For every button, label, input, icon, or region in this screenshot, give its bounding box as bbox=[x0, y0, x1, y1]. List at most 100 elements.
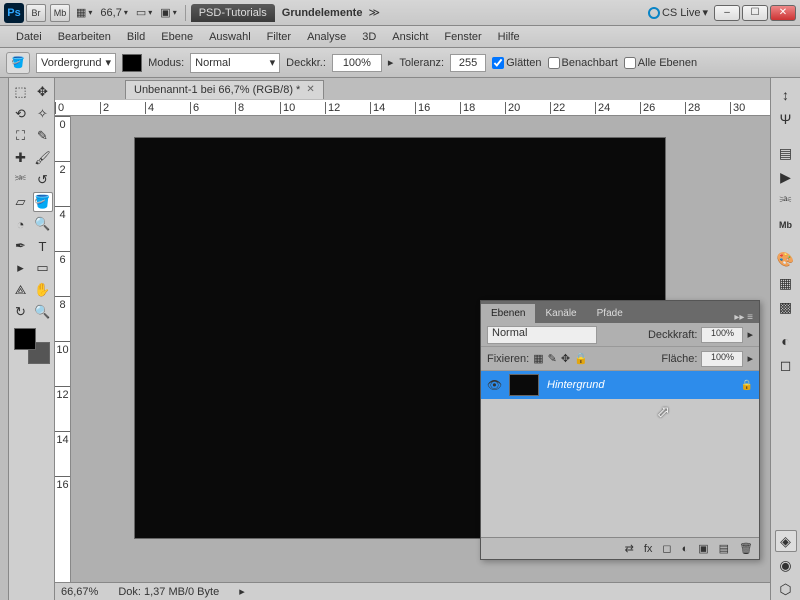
history-brush-tool[interactable]: ↺ bbox=[33, 170, 53, 190]
antialias-checkbox[interactable]: Glätten bbox=[492, 57, 541, 69]
minibridge-button[interactable]: Mb bbox=[50, 4, 70, 22]
horizontal-ruler[interactable]: 024681012141618202224262830 bbox=[55, 100, 770, 116]
eyedropper-tool[interactable]: ✎ bbox=[33, 126, 53, 146]
stamp-tool[interactable]: ⎃ bbox=[11, 170, 31, 190]
actions-panel-icon[interactable]: Ψ bbox=[775, 108, 797, 130]
styles-panel-icon[interactable]: ▩ bbox=[775, 296, 797, 318]
menu-datei[interactable]: Datei bbox=[8, 28, 50, 46]
heal-tool[interactable]: ✚ bbox=[11, 148, 31, 168]
channels-panel-icon[interactable]: ◉ bbox=[775, 554, 797, 576]
menu-hilfe[interactable]: Hilfe bbox=[490, 28, 528, 46]
tolerance-input[interactable] bbox=[450, 54, 486, 72]
bucket-tool[interactable]: 🪣 bbox=[33, 192, 53, 212]
lock-pixels-icon[interactable]: ✎ bbox=[548, 352, 557, 365]
minibridge-panel-icon[interactable]: Mb bbox=[775, 214, 797, 236]
fill-opacity-input[interactable]: 100% bbox=[701, 351, 743, 367]
marquee-tool[interactable]: ⬚ bbox=[11, 82, 31, 102]
layer-blendmode-dropdown[interactable]: Normal bbox=[487, 326, 597, 344]
adjustments-panel-icon[interactable]: ◐ bbox=[775, 330, 797, 352]
menu-auswahl[interactable]: Auswahl bbox=[201, 28, 259, 46]
tool-preset-icon[interactable]: 🪣 bbox=[6, 52, 30, 74]
maximize-button[interactable]: ☐ bbox=[742, 5, 768, 21]
layer-row[interactable]: 👁 Hintergrund 🔒 bbox=[481, 371, 759, 399]
layer-thumbnail[interactable] bbox=[509, 374, 539, 396]
clone-panel-icon[interactable]: ▶ bbox=[775, 166, 797, 188]
close-document-icon[interactable]: ✕ bbox=[306, 84, 314, 95]
menu-bearbeiten[interactable]: Bearbeiten bbox=[50, 28, 119, 46]
type-tool[interactable]: T bbox=[33, 236, 53, 256]
panel-menu-icon[interactable]: ▸▸ ≡ bbox=[728, 312, 759, 323]
bridge-button[interactable]: Br bbox=[26, 4, 46, 22]
fill-type-dropdown[interactable]: Vordergrund ▾ bbox=[36, 53, 116, 73]
layers-panel[interactable]: Ebenen Kanäle Pfade ▸▸ ≡ Normal Deckkraf… bbox=[480, 300, 760, 560]
lasso-tool[interactable]: ⟲ bbox=[11, 104, 31, 124]
color-panel-icon[interactable]: 🎨 bbox=[775, 248, 797, 270]
tab-pfade[interactable]: Pfade bbox=[587, 304, 633, 323]
move-tool[interactable]: ✥ bbox=[33, 82, 53, 102]
brush-panel-icon[interactable]: ▤ bbox=[775, 142, 797, 164]
menu-bild[interactable]: Bild bbox=[119, 28, 153, 46]
layer-mask-icon[interactable]: ◻ bbox=[662, 542, 671, 555]
menu-filter[interactable]: Filter bbox=[259, 28, 299, 46]
cslive-dropdown[interactable]: CS Live▾ bbox=[648, 6, 708, 19]
workspace-more-icon[interactable]: ≫ bbox=[368, 6, 380, 19]
tab-kanaele[interactable]: Kanäle bbox=[535, 304, 586, 323]
shape-tool[interactable]: ▭ bbox=[33, 258, 53, 278]
brush-tool[interactable]: 🖌 bbox=[33, 148, 53, 168]
document-tab[interactable]: Unbenannt-1 bei 66,7% (RGB/8) * ✕ bbox=[125, 80, 324, 99]
pen-tool[interactable]: ✒ bbox=[11, 236, 31, 256]
app-logo[interactable]: Ps bbox=[4, 3, 24, 23]
paths-panel-icon[interactable]: ⬡ bbox=[775, 578, 797, 600]
visibility-icon[interactable]: 👁 bbox=[487, 378, 501, 392]
history-panel-icon[interactable]: ↕ bbox=[775, 84, 797, 106]
crop-tool[interactable]: ⛶ bbox=[11, 126, 31, 146]
zoom-dropdown[interactable]: 66,7▾ bbox=[100, 7, 127, 19]
masks-panel-icon[interactable]: ◻ bbox=[775, 354, 797, 376]
view-extras-dropdown[interactable]: ▦▾ bbox=[76, 6, 92, 19]
workspace-tab-psdtutorials[interactable]: PSD-Tutorials bbox=[191, 4, 275, 22]
new-layer-icon[interactable]: ▤ bbox=[719, 542, 729, 555]
lock-transparency-icon[interactable]: ▦ bbox=[533, 352, 543, 365]
contiguous-checkbox[interactable]: Benachbart bbox=[548, 57, 618, 69]
blend-mode-dropdown[interactable]: Normal▾ bbox=[190, 53, 280, 73]
doc-info-status[interactable]: Dok: 1,37 MB/0 Byte bbox=[118, 586, 219, 598]
delete-layer-icon[interactable]: 🗑 bbox=[739, 542, 753, 555]
3d-tool[interactable]: ⟁ bbox=[11, 280, 31, 300]
workspace-tab-grundelemente[interactable]: Grundelemente bbox=[282, 7, 363, 19]
arrange-dropdown[interactable]: ▭▾ bbox=[136, 6, 152, 19]
lock-all-icon[interactable]: 🔒 bbox=[574, 352, 588, 365]
layer-name[interactable]: Hintergrund bbox=[547, 379, 733, 391]
lock-position-icon[interactable]: ✥ bbox=[561, 352, 570, 365]
new-group-icon[interactable]: ▣ bbox=[698, 542, 708, 555]
fg-color-swatch[interactable] bbox=[14, 328, 36, 350]
zoom-tool[interactable]: 🔍 bbox=[33, 302, 53, 322]
tool-presets-icon[interactable]: ⎃ bbox=[775, 190, 797, 212]
hand-tool[interactable]: ✋ bbox=[33, 280, 53, 300]
menu-analyse[interactable]: Analyse bbox=[299, 28, 354, 46]
menu-fenster[interactable]: Fenster bbox=[436, 28, 489, 46]
opacity-input[interactable] bbox=[332, 54, 382, 72]
path-select-tool[interactable]: ▸ bbox=[11, 258, 31, 278]
zoom-status[interactable]: 66,67% bbox=[61, 586, 98, 598]
minimize-button[interactable]: – bbox=[714, 5, 740, 21]
fill-color-swatch[interactable] bbox=[122, 54, 142, 72]
menu-3d[interactable]: 3D bbox=[354, 28, 384, 46]
color-picker[interactable] bbox=[14, 328, 50, 364]
tab-ebenen[interactable]: Ebenen bbox=[481, 304, 535, 323]
layer-style-icon[interactable]: fx bbox=[644, 543, 653, 555]
screenmode-dropdown[interactable]: ▣▾ bbox=[160, 6, 176, 19]
rotate-view-tool[interactable]: ↻ bbox=[11, 302, 31, 322]
blur-tool[interactable]: ◔ bbox=[11, 214, 31, 234]
alllayers-checkbox[interactable]: Alle Ebenen bbox=[624, 57, 697, 69]
menu-ebene[interactable]: Ebene bbox=[153, 28, 201, 46]
menu-ansicht[interactable]: Ansicht bbox=[384, 28, 436, 46]
swatches-panel-icon[interactable]: ▦ bbox=[775, 272, 797, 294]
wand-tool[interactable]: ✧ bbox=[33, 104, 53, 124]
close-button[interactable]: ✕ bbox=[770, 5, 796, 21]
eraser-tool[interactable]: ▱ bbox=[11, 192, 31, 212]
layer-opacity-input[interactable]: 100% bbox=[701, 327, 743, 343]
vertical-ruler[interactable]: 0246810121416 bbox=[55, 116, 71, 582]
link-layers-icon[interactable]: ⇄ bbox=[625, 542, 634, 555]
adjustment-layer-icon[interactable]: ◐ bbox=[682, 543, 689, 555]
layers-panel-icon[interactable]: ◈ bbox=[775, 530, 797, 552]
